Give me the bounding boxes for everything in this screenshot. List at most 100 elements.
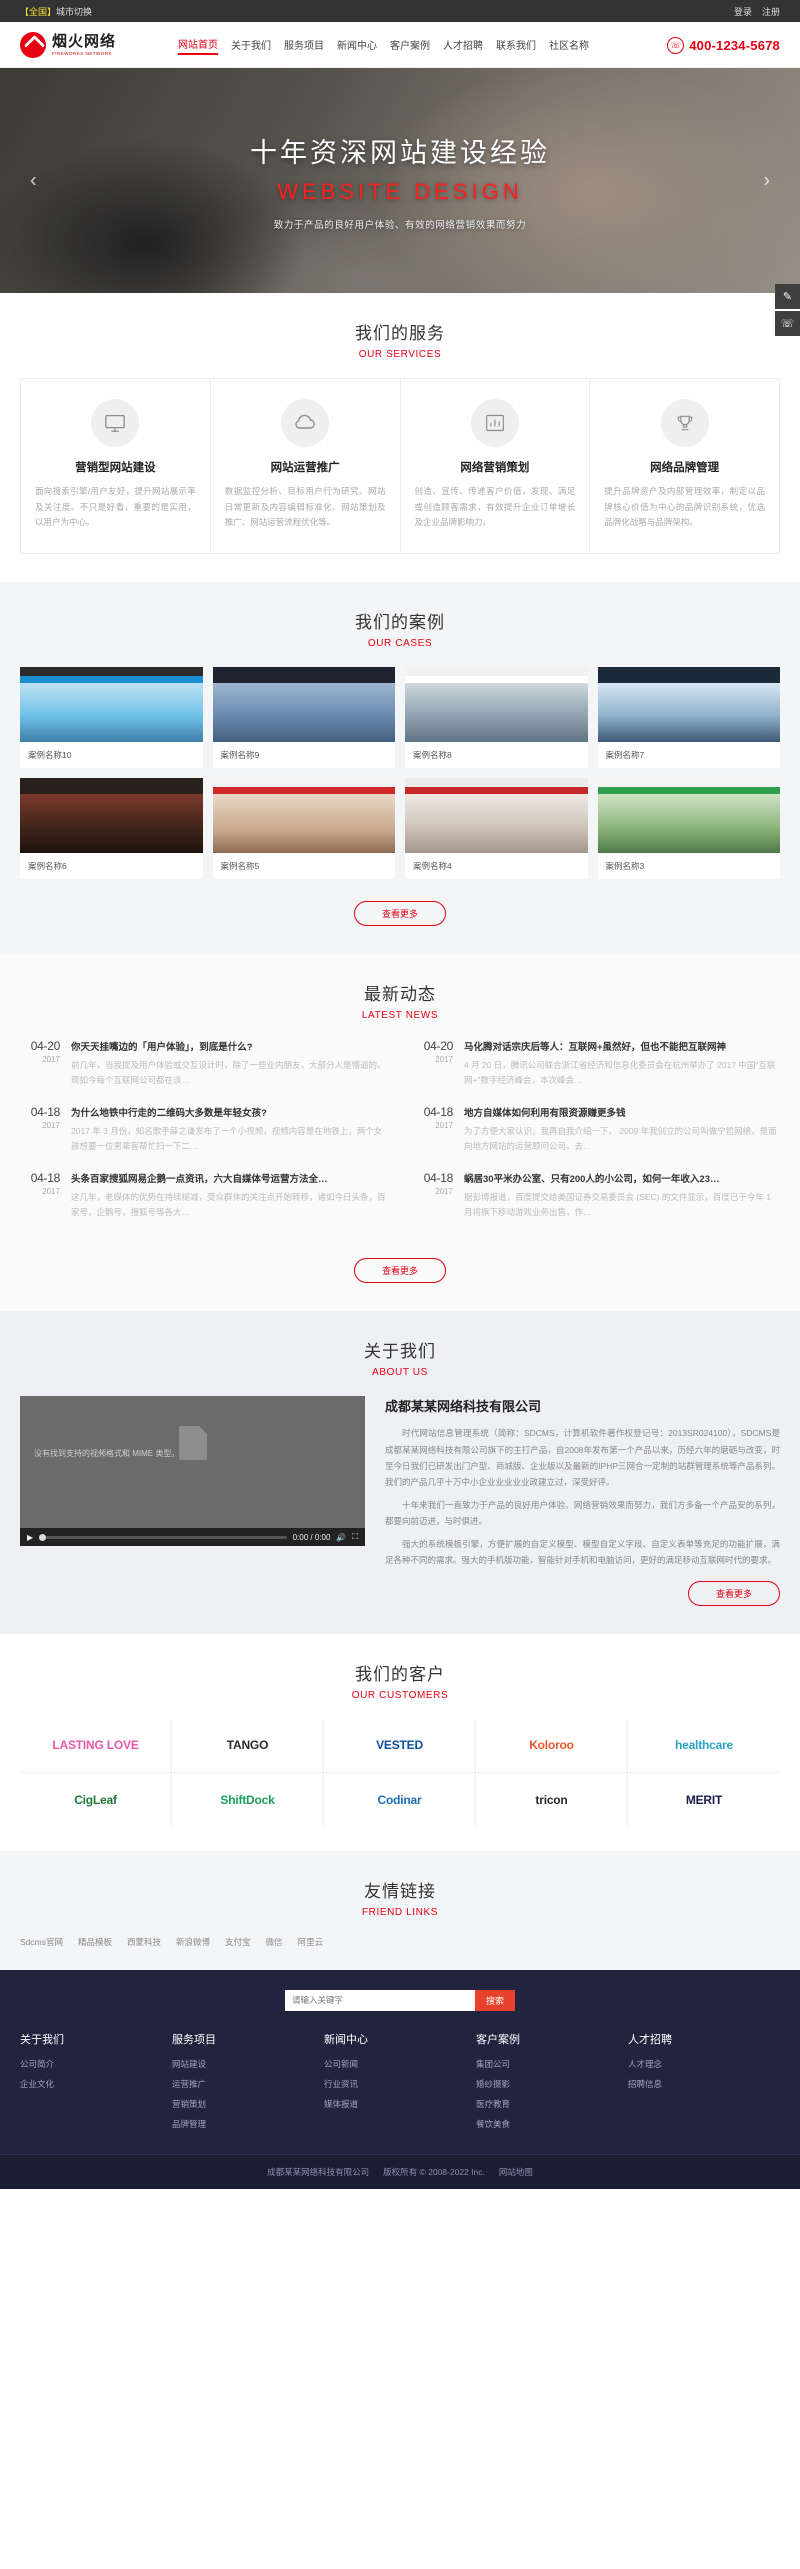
search-input[interactable] [285,1989,475,2011]
about-company-name: 成都某某网络科技有限公司 [385,1399,542,1415]
nav-item-3[interactable]: 新闻中心 [337,37,377,54]
footer-link[interactable]: 招聘信息 [628,2078,780,2090]
case-thumbnail [405,667,588,743]
case-card-2[interactable]: 案例名称8 [405,667,588,769]
footer-column-title: 客户案例 [476,2033,520,2046]
case-card-7[interactable]: 案例名称3 [597,778,780,880]
about-paragraph-0: 时代网站信息管理系统（简称：SDCMS，计算机软件著作权登记号：2013SR02… [385,1428,780,1487]
service-card-1[interactable]: 网站运营推广 数据监控分析、目标用户行为研究、网站日常更新及内容编辑标准化、网站策… [211,379,401,554]
news-item-left-1[interactable]: 04-18 2017 为什么地铁中行走的二维码大多数是年轻女孩? 2017 年 3 月… [20,1105,387,1154]
video-progress-track[interactable] [39,1533,287,1541]
footer-link[interactable]: 媒体报道 [324,2098,476,2110]
login-link[interactable]: 登录 [734,5,752,18]
news-item-right-0[interactable]: 04-20 2017 马化腾对话宗庆后等人：互联网+虽然好，但也不能把互联网神 4 月… [413,1039,780,1088]
footer-column-3: 客户案例集团公司婚纱摄影医疗教育餐饮美食 [476,2031,628,2138]
footer-link[interactable]: 医疗教育 [476,2098,628,2110]
carousel-next-arrow[interactable]: › [763,169,770,192]
footer-link[interactable]: 品牌管理 [172,2118,324,2130]
customer-logo-6[interactable]: ShiftDock [172,1772,324,1827]
nav-item-7[interactable]: 社区名称 [549,37,589,54]
about-video-player[interactable]: 没有找到支持的视频格式和 MIME 类型。 ▶ 0:00 / 0:00 🔊 ⛶ [20,1396,365,1547]
search-button[interactable]: 搜索 [475,1989,515,2011]
news-title[interactable]: 马化腾对话宗庆后等人：互联网+虽然好，但也不能把互联网神 [464,1039,780,1053]
trophy-icon [660,399,709,447]
nav-item-4[interactable]: 客户案例 [390,37,430,54]
customer-logo-1[interactable]: TANGO [172,1718,324,1773]
news-title[interactable]: 蜗居30平米办公室、只有200人的小公司，如何一年收入23… [464,1171,780,1185]
customer-logo-7[interactable]: Codinar [324,1772,476,1827]
video-play-icon[interactable]: ▶ [27,1533,33,1542]
news-title-en: LATEST NEWS [361,1010,439,1022]
cases-more-button[interactable]: 查看更多 [354,901,446,927]
nav-item-6[interactable]: 联系我们 [496,37,536,54]
news-title[interactable]: 为什么地铁中行走的二维码大多数是年轻女孩? [71,1105,387,1119]
footer-link[interactable]: 公司简介 [20,2058,172,2070]
friend-link-4[interactable]: 支付宝 [225,1936,251,1948]
footer-column-4: 人才招聘 人才理念 招聘信息 [628,2031,780,2138]
news-title[interactable]: 头条百家搜狐网易企鹅一点资讯，六大自媒体号运营方法全… [71,1171,387,1185]
friend-link-3[interactable]: 新浪微博 [176,1936,210,1948]
footer-link[interactable]: 公司新闻 [324,2058,476,2070]
case-card-0[interactable]: 案例名称10 [20,667,203,769]
news-more-button[interactable]: 查看更多 [354,1258,446,1284]
sitemap-link[interactable]: 网站地图 [499,2166,533,2178]
video-volume-icon[interactable]: 🔊 [336,1533,346,1542]
nav-item-5[interactable]: 人才招聘 [443,37,483,54]
case-caption: 案例名称5 [220,861,260,872]
friend-links-section: 友情链接 FRIEND LINKS Sdcms官网 精品模板 西蒙科技 新浪微博 支付宝… [0,1850,800,1970]
cases-title-en: OUR CASES [367,638,433,650]
friend-link-0[interactable]: Sdcms官网 [20,1936,63,1948]
footer-link[interactable]: 行业资讯 [324,2078,476,2090]
customer-logo-8[interactable]: tricon [476,1772,628,1827]
nav-item-1[interactable]: 关于我们 [231,37,271,54]
city-switcher[interactable]: 【全国】城市切换 [20,5,92,18]
case-card-4[interactable]: 案例名称6 [20,778,203,880]
news-title[interactable]: 地方自媒体如何利用有限资源赚更多钱 [464,1105,780,1119]
nav-item-2[interactable]: 服务项目 [284,37,324,54]
phone-icon[interactable]: ☏ [775,311,800,336]
footer-link[interactable]: 集团公司 [476,2058,628,2070]
about-more-button[interactable]: 查看更多 [688,1580,780,1606]
friend-link-1[interactable]: 精品模板 [78,1936,112,1948]
case-card-1[interactable]: 案例名称9 [212,667,395,769]
customer-logo-3[interactable]: Koloroo [476,1718,628,1773]
footer-link[interactable]: 餐饮美食 [476,2118,628,2130]
friend-link-2[interactable]: 西蒙科技 [127,1936,161,1948]
news-item-right-2[interactable]: 04-18 2017 蜗居30平米办公室、只有200人的小公司，如何一年收入23… 据… [413,1171,780,1220]
nav-item-0[interactable]: 网站首页 [178,36,218,55]
footer-link[interactable]: 运营推广 [172,2078,324,2090]
case-card-3[interactable]: 案例名称7 [597,667,780,769]
copyright-bar: 成都某某网络科技有限公司 版权所有 © 2008-2022 Inc. 网站地图 [0,2153,800,2189]
customer-logo-2[interactable]: VESTED [324,1718,476,1773]
friend-link-6[interactable]: 阿里云 [298,1936,324,1948]
customer-logo-4[interactable]: healthcare [628,1719,780,1773]
service-card-3[interactable]: 网络品牌管理 提升品牌资产及内部管理效率，制定以品牌核心价值为中心的品牌识别系统，… [590,379,779,553]
customer-logo-text: VESTED [376,1738,423,1753]
carousel-prev-arrow[interactable]: ‹ [30,169,37,192]
customer-logo-0[interactable]: LASTING LOVE [20,1718,172,1773]
case-card-6[interactable]: 案例名称4 [405,778,588,880]
register-link[interactable]: 注册 [762,5,780,18]
customer-logo-5[interactable]: CigLeaf [20,1772,172,1827]
service-card-0[interactable]: 营销型网站建设 面向搜索引擎/用户友好，提升网站展示率及关注度。不只是好看，重要的… [21,379,211,554]
news-item-left-0[interactable]: 04-20 2017 你天天挂嘴边的「用户体验」，到底是什么? 前几年，当我提及用户体… [20,1039,387,1088]
news-item-left-2[interactable]: 04-18 2017 头条百家搜狐网易企鹅一点资讯，六大自媒体号运营方法全… 这几年，… [20,1171,387,1220]
case-thumbnail [20,778,203,854]
footer-link[interactable]: 人才理念 [628,2058,780,2070]
news-title[interactable]: 你天天挂嘴边的「用户体验」，到底是什么? [71,1039,387,1053]
message-icon[interactable]: ✎ [775,284,800,309]
footer-link[interactable]: 网站建设 [172,2058,324,2070]
video-controls[interactable]: ▶ 0:00 / 0:00 🔊 ⛶ [20,1528,365,1547]
news-day: 04-18 [30,1104,61,1119]
video-fullscreen-icon[interactable]: ⛶ [352,1532,358,1542]
service-card-2[interactable]: 网络营销策划 创造、宣传、传递客户价值，发现、满足或创造顾客需求，有效提升企业订单… [401,379,591,554]
friend-link-5[interactable]: 微信 [266,1936,283,1948]
case-card-5[interactable]: 案例名称5 [212,778,395,880]
footer-link[interactable]: 企业文化 [20,2078,172,2090]
customer-logo-9[interactable]: MERIT [628,1773,780,1827]
case-thumbnail [597,778,780,854]
news-item-right-1[interactable]: 04-18 2017 地方自媒体如何利用有限资源赚更多钱 为了方便大家认识，我再自我介… [413,1105,780,1154]
footer-link[interactable]: 营销策划 [172,2098,324,2110]
footer-link[interactable]: 婚纱摄影 [476,2078,628,2090]
site-logo[interactable]: 烟火网络 FIREWORKS NETWORK [20,32,170,58]
